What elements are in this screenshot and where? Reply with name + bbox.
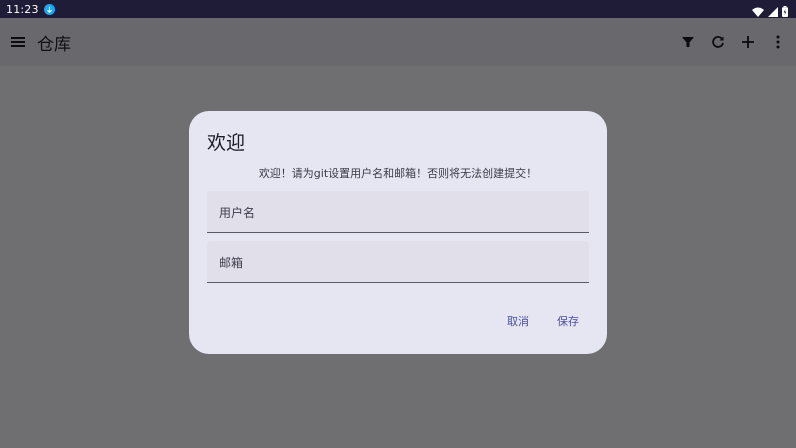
welcome-dialog: 欢迎 欢迎！请为git设置用户名和邮箱！否则将无法创建提交！ 用户名 邮箱 取消… [189, 111, 607, 354]
cancel-button[interactable]: 取消 [503, 311, 533, 331]
email-field[interactable]: 邮箱 [207, 241, 589, 283]
email-label: 邮箱 [219, 256, 244, 270]
save-button[interactable]: 保存 [553, 311, 583, 331]
dialog-title: 欢迎 [207, 132, 246, 154]
notification-icon [43, 3, 55, 15]
status-bar: 11:23 [0, 0, 796, 18]
username-field[interactable]: 用户名 [207, 191, 589, 233]
dialog-message: 欢迎！请为git设置用户名和邮箱！否则将无法创建提交！ [258, 167, 538, 180]
status-time: 11:23 [6, 2, 39, 16]
username-label: 用户名 [219, 206, 256, 220]
